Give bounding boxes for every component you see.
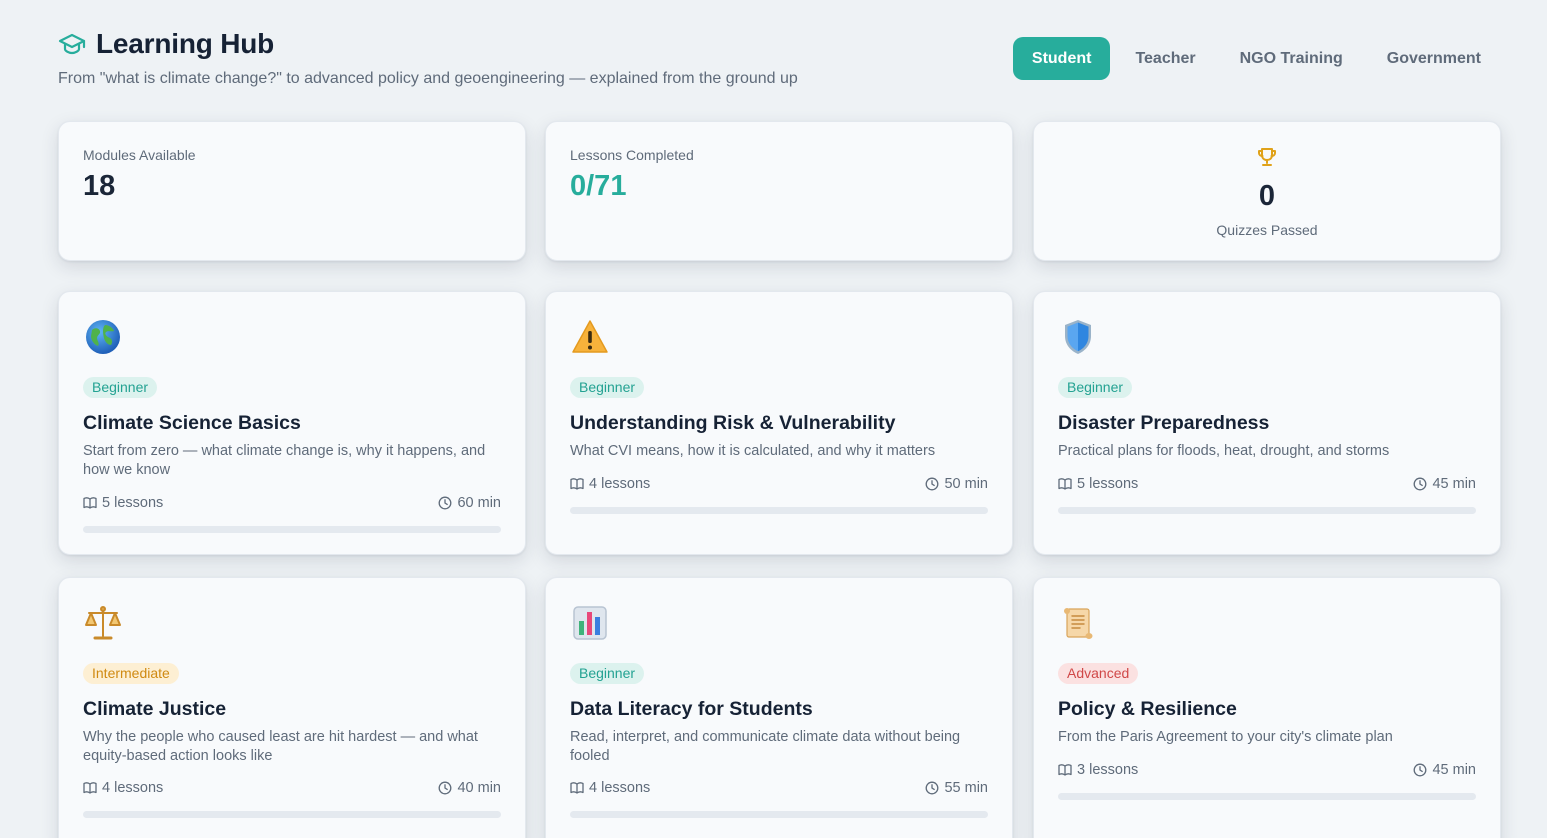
level-badge: Beginner [570, 663, 645, 684]
shield-icon [1058, 317, 1098, 357]
duration: 60 min [438, 495, 501, 511]
lessons-label: 5 lessons [102, 495, 164, 511]
lessons-count: 4 lessons [570, 476, 650, 492]
lessons-count: 5 lessons [1058, 476, 1138, 492]
modules-available-label: Modules Available [83, 147, 196, 163]
module-title: Disaster Preparedness [1058, 412, 1270, 434]
clock-icon [926, 781, 939, 795]
duration-label: 40 min [457, 780, 501, 796]
page-header: Learning Hub From "what is climate chang… [58, 28, 1500, 98]
module-card-data-literacy[interactable]: Beginner Data Literacy for Students Read… [545, 577, 1013, 838]
modules-available-card: Modules Available 18 [58, 121, 526, 261]
module-progress-bar [1058, 507, 1476, 514]
quizzes-passed-label: Quizzes Passed [1216, 222, 1318, 238]
duration-label: 45 min [1432, 476, 1476, 492]
scroll-icon [1058, 603, 1098, 643]
module-title: Understanding Risk & Vulnerability [570, 412, 896, 434]
clock-icon [1414, 477, 1427, 491]
module-card-risk-vulnerability[interactable]: Beginner Understanding Risk & Vulnerabil… [545, 291, 1013, 555]
module-meta: 4 lessons 40 min [83, 780, 501, 796]
book-icon [1058, 478, 1072, 490]
lessons-label: 4 lessons [589, 780, 651, 796]
module-meta: 4 lessons 55 min [570, 780, 988, 796]
module-title: Policy & Resilience [1058, 698, 1237, 720]
book-icon [570, 782, 584, 794]
tab-student[interactable]: Student [1012, 37, 1111, 80]
module-card-climate-science-basics[interactable]: Beginner Climate Science Basics Start fr… [58, 291, 526, 555]
duration: 40 min [438, 780, 501, 796]
lessons-completed-value: 0/71 [570, 170, 627, 202]
globe-icon [83, 317, 123, 357]
quizzes-passed-value: 0 [1258, 180, 1276, 212]
book-icon [83, 782, 97, 794]
warning-icon [570, 317, 610, 357]
tab-government[interactable]: Government [1368, 37, 1500, 80]
lessons-label: 4 lessons [589, 476, 651, 492]
lessons-label: 5 lessons [1077, 476, 1139, 492]
modules-available-value: 18 [83, 170, 116, 202]
tab-ngo-training[interactable]: NGO Training [1221, 37, 1362, 80]
level-badge: Beginner [570, 377, 645, 398]
duration-label: 55 min [944, 780, 988, 796]
module-progress-bar [1058, 793, 1476, 800]
trophy-icon [1034, 146, 1500, 173]
duration: 50 min [925, 476, 988, 492]
lessons-count: 5 lessons [83, 495, 163, 511]
duration-label: 50 min [944, 476, 988, 492]
lessons-count: 4 lessons [570, 780, 650, 796]
book-icon [570, 478, 584, 490]
module-title: Climate Science Basics [83, 412, 301, 434]
audience-tabs: Student Teacher NGO Training Government [1012, 37, 1500, 80]
module-title: Climate Justice [83, 698, 227, 720]
module-description: From the Paris Agreement to your city's … [1058, 729, 1393, 745]
clock-icon [439, 781, 452, 795]
module-progress-bar [570, 507, 988, 514]
book-icon [1058, 764, 1072, 776]
lessons-count: 4 lessons [83, 780, 163, 796]
module-progress-bar [83, 811, 501, 818]
module-card-disaster-preparedness[interactable]: Beginner Disaster Preparedness Practical… [1033, 291, 1501, 555]
tab-teacher[interactable]: Teacher [1116, 37, 1214, 80]
book-icon [83, 497, 97, 509]
graduation-cap-icon [58, 30, 86, 58]
duration: 45 min [1413, 476, 1476, 492]
page-title: Learning Hub [96, 28, 275, 59]
module-meta: 5 lessons 60 min [83, 495, 501, 511]
module-description: What CVI means, how it is calculated, an… [570, 443, 936, 459]
level-badge: Beginner [1058, 377, 1133, 398]
clock-icon [439, 496, 452, 510]
clock-icon [926, 477, 939, 491]
clock-icon [1414, 763, 1427, 777]
lessons-label: 3 lessons [1077, 762, 1139, 778]
duration-label: 45 min [1432, 762, 1476, 778]
module-progress-bar [83, 526, 501, 533]
lessons-completed-label: Lessons Completed [570, 147, 694, 163]
module-description: Start from zero — what climate change is… [83, 443, 486, 478]
duration: 55 min [925, 780, 988, 796]
level-badge: Advanced [1058, 663, 1139, 684]
module-card-climate-justice[interactable]: Intermediate Climate Justice Why the peo… [58, 577, 526, 838]
level-badge: Intermediate [83, 663, 179, 684]
module-meta: 3 lessons 45 min [1058, 762, 1476, 778]
lessons-count: 3 lessons [1058, 762, 1138, 778]
duration: 45 min [1413, 762, 1476, 778]
module-description: Practical plans for floods, heat, drough… [1058, 443, 1390, 459]
module-description: Why the people who caused least are hit … [83, 729, 478, 764]
module-description: Read, interpret, and communicate climate… [570, 729, 961, 764]
bar-chart-icon [570, 603, 610, 643]
module-card-policy-resilience[interactable]: Advanced Policy & Resilience From the Pa… [1033, 577, 1501, 838]
scales-icon [83, 603, 123, 643]
module-meta: 5 lessons 45 min [1058, 476, 1476, 492]
module-progress-bar [570, 811, 988, 818]
module-title: Data Literacy for Students [570, 698, 813, 720]
module-meta: 4 lessons 50 min [570, 476, 988, 492]
duration-label: 60 min [457, 495, 501, 511]
level-badge: Beginner [83, 377, 158, 398]
lessons-label: 4 lessons [102, 780, 164, 796]
lessons-completed-card: Lessons Completed 0/71 [545, 121, 1013, 261]
quizzes-passed-card: 0 Quizzes Passed [1033, 121, 1501, 261]
